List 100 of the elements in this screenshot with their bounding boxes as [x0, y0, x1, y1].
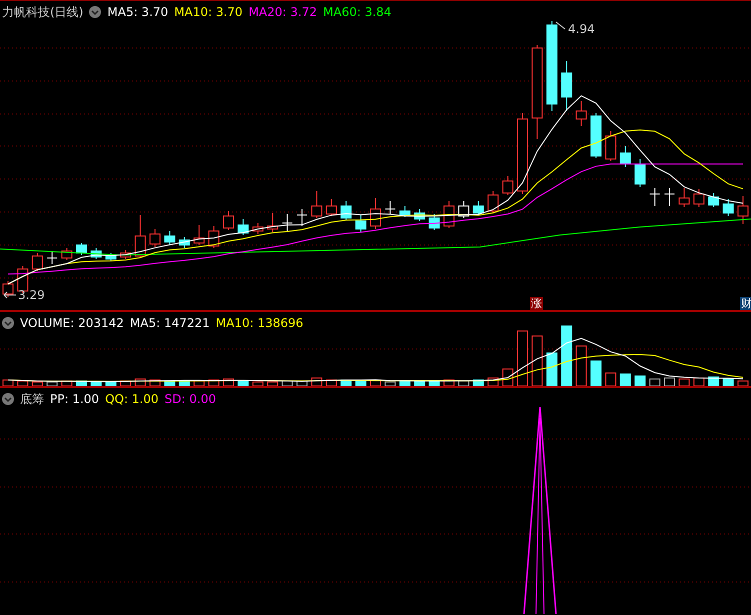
candlestick	[370, 198, 381, 230]
indicator-value: MA5: 147221	[130, 316, 210, 330]
volume-bar	[238, 380, 249, 386]
candlestick	[693, 188, 704, 208]
leader-line	[3, 291, 17, 299]
volume-bar	[194, 380, 205, 386]
volume-bar	[576, 346, 587, 386]
low-price-label: 3.29	[18, 289, 45, 302]
candlestick	[649, 188, 660, 206]
volume-bar	[252, 382, 264, 386]
indicator-value: PP: 1.00	[50, 392, 100, 406]
volume-bar	[282, 380, 293, 386]
volume-bar	[708, 376, 720, 386]
volume-bar	[61, 380, 72, 386]
volume-bar	[32, 382, 43, 386]
volume-bar	[90, 382, 102, 386]
leader-line	[555, 21, 567, 31]
candlestick	[399, 206, 410, 218]
candlestick	[355, 214, 366, 232]
candlestick	[32, 252, 43, 272]
high-price-label: 4.94	[568, 23, 595, 36]
volume-bar	[458, 380, 470, 386]
candlestick	[296, 208, 308, 226]
volume-bar	[693, 378, 704, 386]
volume-bar	[428, 380, 440, 386]
indicator-value: MA60: 3.84	[323, 5, 392, 19]
candlestick	[590, 112, 602, 158]
candlestick	[576, 100, 587, 126]
candlestick	[76, 242, 87, 256]
volume-bar	[546, 352, 558, 386]
chevron-down-icon[interactable]	[2, 317, 14, 329]
stock-title: 力帆科技(日线)	[2, 5, 84, 19]
candlestick	[90, 248, 102, 260]
candlestick	[488, 190, 499, 214]
candlestick	[208, 226, 220, 248]
candlestick	[458, 200, 470, 218]
candlestick	[605, 130, 616, 162]
candlestick	[164, 230, 176, 246]
indicator-value: VOLUME: 203142	[20, 316, 124, 330]
candlestick	[252, 222, 264, 234]
indicator-value: QQ: 1.00	[105, 392, 159, 406]
volume-bar	[164, 380, 176, 386]
volume-bar	[399, 380, 410, 386]
volume-bar	[738, 380, 748, 386]
candlestick	[267, 212, 278, 232]
candlestick	[428, 214, 440, 230]
volume-bar	[17, 380, 28, 386]
volume-bar	[76, 380, 87, 386]
candlestick	[282, 214, 293, 232]
candlestick	[340, 200, 352, 220]
candlestick	[708, 192, 720, 208]
volume-bar	[532, 336, 543, 386]
candlestick	[150, 228, 160, 248]
candlestick	[722, 198, 734, 216]
candlestick	[472, 200, 484, 216]
volume-bar	[634, 376, 646, 386]
candlestick	[238, 218, 249, 236]
volume-bar	[664, 378, 675, 386]
candlestick	[561, 60, 572, 112]
candlestick	[414, 208, 426, 222]
volume-bar	[120, 380, 132, 386]
candlestick	[311, 190, 322, 218]
volume-bar	[561, 326, 572, 386]
indicator-value: MA10: 138696	[216, 316, 304, 330]
volume-bar	[678, 378, 690, 386]
chevron-down-icon[interactable]	[2, 393, 14, 405]
candlestick	[634, 158, 646, 188]
candlestick	[194, 224, 205, 246]
candlestick	[223, 210, 234, 230]
volume-bar	[178, 380, 190, 386]
volume-bar	[590, 360, 602, 386]
candlestick	[678, 188, 690, 208]
candlestick	[738, 196, 748, 224]
candlestick	[2, 280, 14, 298]
event-marker[interactable]: 涨	[530, 297, 543, 310]
volume-bar	[605, 372, 616, 386]
indicator-value: SD: 0.00	[164, 392, 216, 406]
indicator-title: 底筹	[20, 392, 44, 406]
volume-bar	[267, 382, 278, 386]
volume-bar	[414, 380, 426, 386]
volume-bar	[355, 380, 366, 386]
candlestick	[502, 176, 514, 196]
volume-bar	[2, 380, 14, 386]
indicator-value: MA5: 3.70	[107, 5, 168, 19]
candlestick	[620, 146, 631, 168]
chevron-down-icon[interactable]	[89, 6, 102, 18]
volume-bar	[722, 378, 734, 386]
candlestick	[384, 200, 396, 214]
candlestick	[664, 188, 675, 206]
volume-bar	[620, 374, 631, 386]
volume-bar	[384, 382, 396, 386]
volume-bar	[296, 380, 308, 386]
candlestick	[46, 250, 58, 264]
indicator-value: MA10: 3.70	[174, 5, 243, 19]
volume-bar	[649, 378, 660, 386]
volume-bar	[502, 368, 514, 386]
candlestick	[105, 252, 116, 262]
candlestick	[134, 214, 146, 258]
candlestick	[120, 250, 132, 260]
indicator-value: MA20: 3.72	[248, 5, 317, 19]
